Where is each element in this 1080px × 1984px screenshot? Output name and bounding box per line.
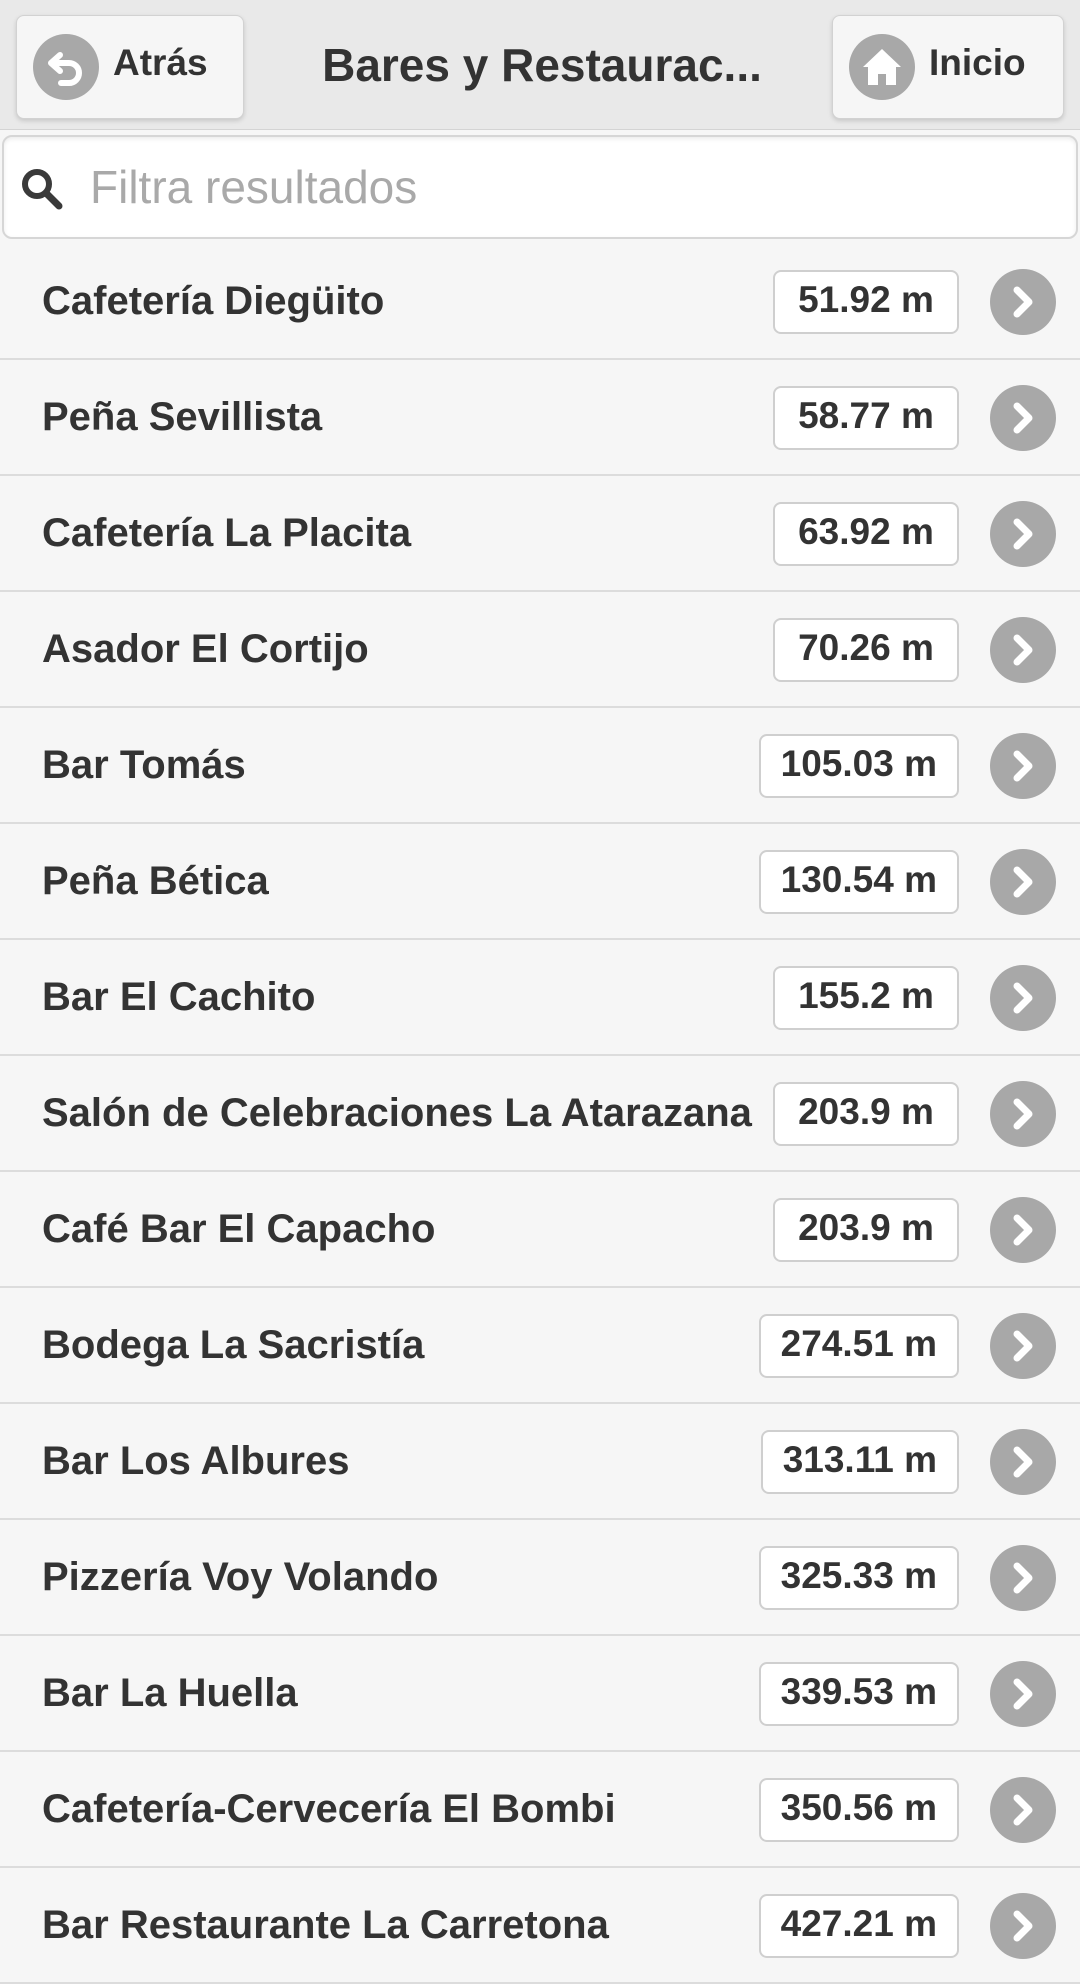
distance-badge: 339.53 m [758, 1662, 959, 1726]
list-item[interactable]: Salón de Celebraciones La Atarazana 203.9… [0, 1056, 1080, 1172]
chevron-right-icon[interactable] [990, 1777, 1056, 1843]
header-bar: Atrás Bares y Restaurac... Inicio [0, 0, 1080, 130]
distance-badge: 70.26 m [773, 618, 959, 682]
list-item-name: Bodega La Sacristía [42, 1323, 425, 1367]
chevron-right-icon[interactable] [990, 849, 1056, 915]
chevron-right-icon[interactable] [990, 1545, 1056, 1611]
distance-badge: 51.92 m [773, 270, 959, 334]
list-item-name: Bar Los Albures [42, 1439, 350, 1483]
search-input[interactable] [90, 151, 1060, 223]
distance-badge: 58.77 m [773, 386, 959, 450]
list-item-name: Peña Sevillista [42, 395, 323, 439]
home-button[interactable]: Inicio [832, 15, 1064, 119]
list-item-name: Pizzería Voy Volando [42, 1555, 439, 1599]
distance-badge: 63.92 m [773, 502, 959, 566]
list-item[interactable]: Bar La Huella 339.53 m [0, 1636, 1080, 1752]
chevron-right-icon[interactable] [990, 733, 1056, 799]
results-list: Cafetería Diegüito 51.92 m Peña Sevillista… [0, 244, 1080, 1984]
chevron-right-icon[interactable] [990, 1197, 1056, 1263]
chevron-right-icon[interactable] [990, 269, 1056, 335]
list-item-name: Cafetería-Cervecería El Bombi [42, 1787, 616, 1831]
chevron-right-icon[interactable] [990, 965, 1056, 1031]
list-item[interactable]: Pizzería Voy Volando 325.33 m [0, 1520, 1080, 1636]
list-item[interactable]: Cafetería La Placita 63.92 m [0, 476, 1080, 592]
list-item-name: Cafetería La Placita [42, 511, 412, 555]
list-item[interactable]: Bar Tomás 105.03 m [0, 708, 1080, 824]
chevron-right-icon[interactable] [990, 501, 1056, 567]
home-button-label: Inicio [929, 42, 1026, 83]
distance-badge: 155.2 m [773, 966, 959, 1030]
list-item-name: Bar El Cachito [42, 975, 316, 1019]
back-arrow-icon [33, 34, 99, 100]
list-item[interactable]: Peña Sevillista 58.77 m [0, 360, 1080, 476]
list-item-name: Bar Restaurante La Carretona [42, 1903, 609, 1947]
list-item-name: Peña Bética [42, 859, 269, 903]
back-button-label: Atrás [113, 42, 208, 83]
list-item-name: Bar Tomás [42, 743, 246, 787]
list-item[interactable]: Asador El Cortijo 70.26 m [0, 592, 1080, 708]
chevron-right-icon[interactable] [990, 1893, 1056, 1959]
chevron-right-icon[interactable] [990, 1313, 1056, 1379]
distance-badge: 203.9 m [773, 1082, 959, 1146]
chevron-right-icon[interactable] [990, 1081, 1056, 1147]
list-item[interactable]: Bar Restaurante La Carretona 427.21 m [0, 1868, 1080, 1984]
chevron-right-icon[interactable] [990, 1661, 1056, 1727]
list-item[interactable]: Cafetería-Cervecería El Bombi 350.56 m [0, 1752, 1080, 1868]
chevron-right-icon[interactable] [990, 1429, 1056, 1495]
search-bar [2, 135, 1078, 239]
chevron-right-icon[interactable] [990, 617, 1056, 683]
distance-badge: 325.33 m [758, 1546, 959, 1610]
list-item[interactable]: Bodega La Sacristía 274.51 m [0, 1288, 1080, 1404]
list-item[interactable]: Peña Bética 130.54 m [0, 824, 1080, 940]
distance-badge: 105.03 m [758, 734, 959, 798]
distance-badge: 313.11 m [760, 1430, 959, 1494]
page-title: Bares y Restaurac... [322, 39, 762, 91]
distance-badge: 274.51 m [758, 1314, 959, 1378]
distance-badge: 427.21 m [758, 1894, 959, 1958]
list-item[interactable]: Bar Los Albures 313.11 m [0, 1404, 1080, 1520]
list-item-name: Bar La Huella [42, 1671, 298, 1715]
distance-badge: 350.56 m [758, 1778, 959, 1842]
list-item-name: Cafetería Diegüito [42, 279, 385, 323]
list-item[interactable]: Bar El Cachito 155.2 m [0, 940, 1080, 1056]
chevron-right-icon[interactable] [990, 385, 1056, 451]
distance-badge: 130.54 m [758, 850, 959, 914]
list-item-name: Asador El Cortijo [42, 627, 369, 671]
distance-badge: 203.9 m [773, 1198, 959, 1262]
list-item[interactable]: Cafetería Diegüito 51.92 m [0, 244, 1080, 360]
list-item-name: Café Bar El Capacho [42, 1207, 436, 1251]
back-button[interactable]: Atrás [16, 15, 244, 119]
search-icon [20, 167, 64, 211]
list-item-name: Salón de Celebraciones La Atarazana [42, 1091, 752, 1135]
home-icon [849, 34, 915, 100]
list-item[interactable]: Café Bar El Capacho 203.9 m [0, 1172, 1080, 1288]
